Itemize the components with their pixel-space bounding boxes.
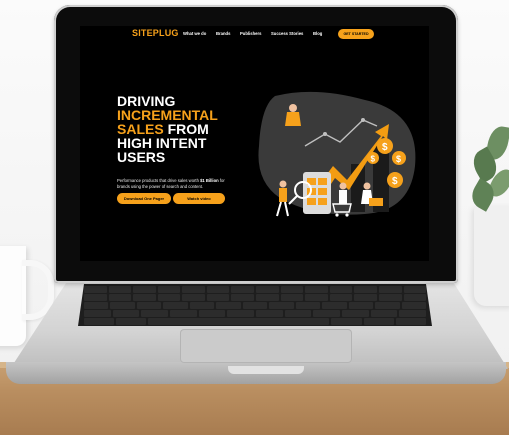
person-leg <box>284 201 289 217</box>
coin-icon: $ <box>396 154 401 164</box>
watch-video-button[interactable]: Watch video <box>173 193 225 204</box>
desc-text: Performance products that drive sales wo… <box>117 178 201 183</box>
coin-icon: $ <box>392 176 398 187</box>
person-head <box>289 104 297 112</box>
person-leg <box>276 201 282 217</box>
phone-screen-tile <box>307 198 316 205</box>
trend-point <box>323 132 327 136</box>
person-body <box>285 112 301 126</box>
laptop-small <box>369 198 383 206</box>
shopping-cart-icon <box>345 213 349 217</box>
laptop-trackpad <box>180 329 352 363</box>
trend-point <box>361 118 365 122</box>
nav-brands[interactable]: Brands <box>216 31 230 36</box>
coin-icon: $ <box>382 142 388 153</box>
person-head <box>363 182 371 190</box>
shopping-cart-icon <box>335 213 339 217</box>
site-navbar: SITEPLUG What we do Brands Publishers Su… <box>80 26 429 44</box>
plant-pot <box>474 206 509 306</box>
headline-line-2: INCREMENTAL <box>117 107 218 123</box>
site-logo[interactable]: SITEPLUG <box>132 28 179 38</box>
phone-screen-tile <box>318 198 327 205</box>
headline-line-3: SALES FROM <box>117 122 218 136</box>
hero-illustration: $ $ $ $ <box>258 91 416 217</box>
laptop-screen: SITEPLUG What we do Brands Publishers Su… <box>80 26 429 261</box>
nav-what-we-do[interactable]: What we do <box>183 31 206 36</box>
nav-publishers[interactable]: Publishers <box>240 31 261 36</box>
person-head <box>339 182 347 190</box>
nav-blog[interactable]: Blog <box>313 31 322 36</box>
headline-line-1: DRIVING <box>117 93 176 109</box>
person-body <box>279 188 287 202</box>
desc-highlight: $1 Billion <box>200 178 219 183</box>
nav-success-stories[interactable]: Success Stories <box>271 31 303 36</box>
hero-description: Performance products that drive sales wo… <box>117 178 232 189</box>
coin-icon: $ <box>371 155 376 164</box>
laptop-keyboard <box>78 284 432 326</box>
headline-line-4: HIGH INTENT <box>117 135 207 151</box>
hero-headline: DRIVING INCREMENTAL SALES FROM HIGH INTE… <box>117 94 218 164</box>
download-one-pager-button[interactable]: Download One Pager <box>117 193 171 204</box>
get-started-button[interactable]: GET STARTED <box>338 29 374 39</box>
laptop-notch <box>228 366 304 374</box>
phone-screen-tile <box>318 188 327 195</box>
person-head <box>279 180 287 188</box>
headline-line-5: USERS <box>117 149 166 165</box>
phone-screen-tile <box>318 178 327 185</box>
person-body <box>339 190 347 204</box>
